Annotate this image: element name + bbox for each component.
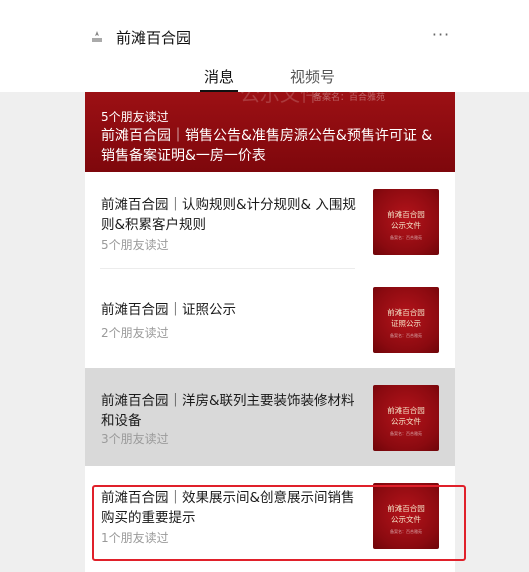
- account-header: 前滩百合园 ··· 消息 视频号: [0, 0, 529, 92]
- thumb-title: 前滩百合园: [387, 308, 425, 317]
- account-avatar-icon[interactable]: [88, 28, 106, 46]
- thumb-caption: 备案名：百合雅苑: [390, 431, 422, 436]
- thumb-subtitle: 公示文件: [391, 417, 421, 426]
- article-thumbnail: 前滩百合园 公示文件 备案名：百合雅苑: [373, 189, 439, 255]
- thumb-subtitle: 公示文件: [391, 221, 421, 230]
- article-thumbnail: 前滩百合园 证照公示 备案名：百合雅苑: [373, 287, 439, 353]
- divider: [100, 268, 355, 269]
- selection-highlight-box: [92, 485, 466, 561]
- featured-article-card[interactable]: 公示文件 备案名：百合雅苑 5个朋友读过 前滩百合园｜销售公告&准售房源公告&预…: [85, 92, 455, 172]
- tab-video-channel[interactable]: 视频号: [290, 66, 335, 92]
- article-item[interactable]: 前滩百合园｜洋房&联列主要装饰装修材料和设备 3个朋友读过 前滩百合园 公示文件…: [85, 368, 455, 466]
- article-read-count: 5个朋友读过: [101, 238, 169, 252]
- article-thumbnail: 前滩百合园 公示文件 备案名：百合雅苑: [373, 385, 439, 451]
- article-title: 前滩百合园｜洋房&联列主要装饰装修材料和设备: [101, 393, 355, 429]
- tab-messages[interactable]: 消息: [200, 66, 238, 92]
- article-item[interactable]: 前滩百合园｜认购规则&计分规则& 入围规则&积累客户规则 5个朋友读过 前滩百合…: [85, 172, 455, 270]
- thumb-title: 前滩百合园: [387, 210, 425, 219]
- article-read-count: 2个朋友读过: [101, 326, 169, 340]
- hero-title: 前滩百合园｜销售公告&准售房源公告&预售许可证 &销售备案证明&一房一价表: [101, 128, 433, 164]
- article-read-count: 3个朋友读过: [101, 432, 169, 446]
- article-item[interactable]: 前滩百合园｜证照公示 2个朋友读过 前滩百合园 证照公示 备案名：百合雅苑: [85, 270, 455, 368]
- article-title: 前滩百合园｜证照公示: [101, 302, 236, 318]
- account-name[interactable]: 前滩百合园: [116, 27, 191, 48]
- thumb-title: 前滩百合园: [387, 406, 425, 415]
- more-options-icon[interactable]: ···: [428, 24, 454, 50]
- hero-read-count: 5个朋友读过: [101, 110, 169, 124]
- hero-background-large-text: 公示文件: [240, 92, 320, 106]
- hero-background-text: 备案名：百合雅苑: [313, 93, 386, 103]
- thumb-caption: 备案名：百合雅苑: [390, 333, 422, 338]
- tab-bar: 消息 视频号: [0, 60, 529, 92]
- article-title: 前滩百合园｜认购规则&计分规则& 入围规则&积累客户规则: [101, 197, 356, 233]
- thumb-subtitle: 证照公示: [391, 319, 421, 328]
- thumb-caption: 备案名：百合雅苑: [390, 235, 422, 240]
